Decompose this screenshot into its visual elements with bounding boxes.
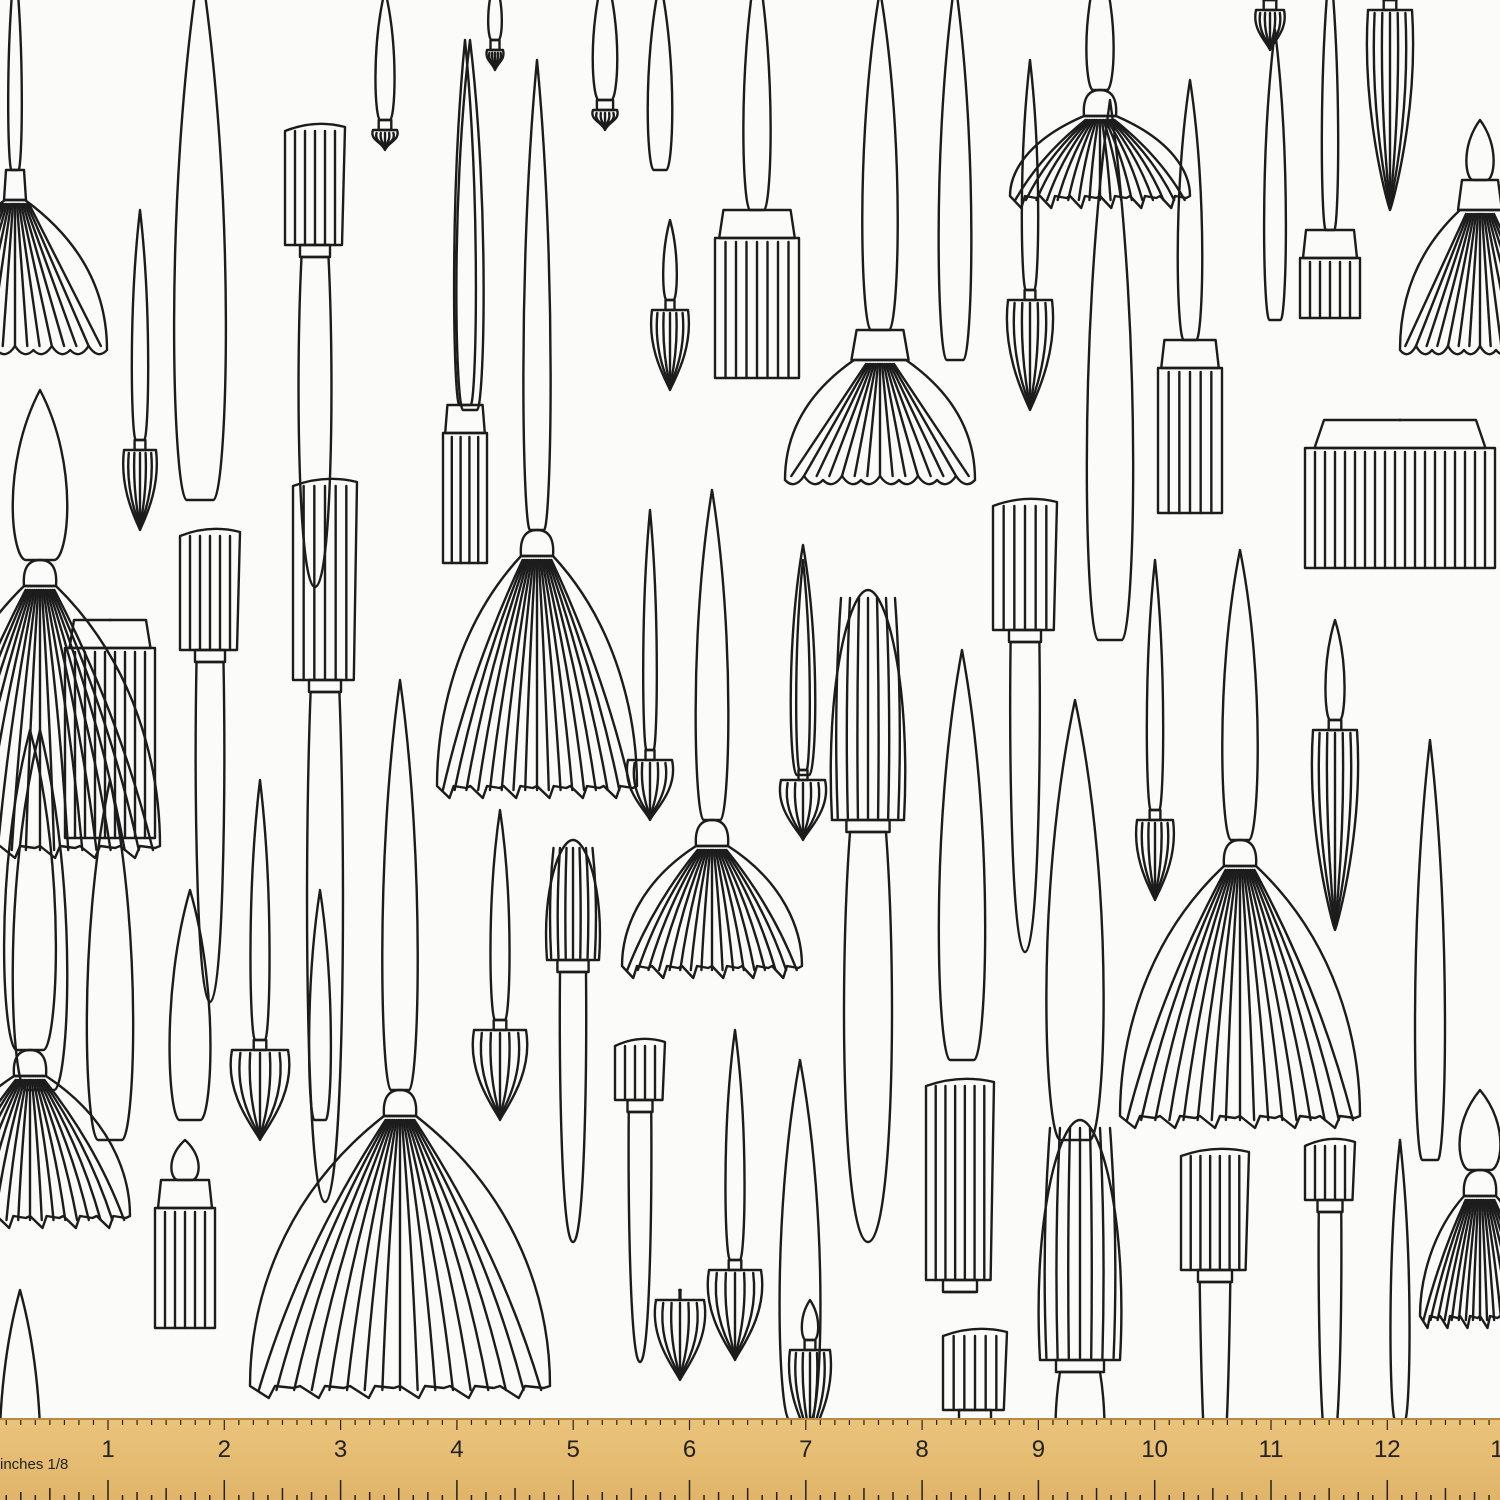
flat-brush-up — [1179, 1147, 1251, 1418]
brush-handle — [0, 1288, 41, 1418]
ruler-number: 8 — [915, 1436, 929, 1463]
mop-brush — [435, 58, 639, 800]
fan-brush — [783, 0, 977, 486]
flat-brush-up — [291, 477, 359, 1204]
round-brush — [591, 0, 619, 132]
round-brush — [485, 0, 505, 72]
flat-brush-up — [178, 527, 242, 1004]
brush-handle — [789, 543, 817, 777]
measuring-ruler: 12345678910111213 inches 1/8 — [0, 1418, 1500, 1500]
round-brush — [1310, 618, 1360, 932]
round-brush — [649, 218, 691, 392]
brush-handle — [1262, 28, 1288, 322]
ruler-number: 9 — [1031, 1436, 1046, 1463]
ruler-number: 2 — [217, 1436, 231, 1463]
filbert-brush — [829, 588, 907, 1244]
flat-brush-up — [991, 497, 1059, 954]
flat-brush — [1303, 418, 1497, 570]
brush-handle — [646, 0, 674, 172]
ruler-number: 12 — [1373, 1436, 1401, 1463]
brush-handle — [778, 1058, 822, 1418]
brush-handle — [937, 0, 973, 362]
flat-brush-up — [924, 1077, 996, 1294]
filbert-brush — [544, 838, 602, 1244]
filbert-brush — [1037, 1118, 1123, 1418]
round-brush — [1365, 0, 1415, 212]
mop-brush — [1418, 1088, 1500, 1330]
brush-handle — [1389, 1138, 1411, 1418]
flat-brush-up — [941, 1327, 1009, 1418]
brush-handle — [1413, 738, 1447, 1162]
round-brush — [229, 778, 291, 1142]
ruler-number: 1 — [101, 1436, 115, 1463]
brush-handle — [937, 648, 987, 1062]
flat-brush-up — [1303, 1137, 1357, 1418]
flat-brush — [441, 38, 489, 565]
brush-handle — [1045, 698, 1105, 1142]
round-brush — [787, 1298, 833, 1418]
round-brush — [706, 1028, 764, 1362]
round-brush — [371, 0, 399, 152]
round-brush — [1134, 558, 1176, 902]
mop-brush — [620, 488, 804, 980]
ruler-number: 5 — [566, 1436, 580, 1463]
round-brush — [1005, 58, 1055, 412]
ruler-number: 3 — [333, 1436, 348, 1463]
flat-brush-up — [613, 1037, 667, 1364]
ruler-number: 7 — [799, 1436, 813, 1463]
round-brush — [653, 1288, 707, 1382]
ruler-unit-label: inches 1/8 — [0, 1456, 69, 1473]
ruler-number: 4 — [450, 1436, 464, 1463]
brush-handle — [168, 888, 212, 1122]
fan-brush — [1398, 118, 1500, 356]
round-brush — [625, 508, 675, 822]
flat-brush — [1298, 0, 1362, 320]
round-brush — [471, 808, 529, 1122]
fan-brush — [0, 0, 109, 356]
flat-brush — [713, 0, 801, 380]
round-brush — [778, 558, 828, 842]
round-brush — [1254, 0, 1286, 52]
brush-handle — [172, 0, 228, 502]
ruler-number: 13 — [1490, 1436, 1500, 1464]
flat-brush — [1156, 78, 1224, 515]
flat-brush — [153, 1138, 217, 1330]
brush-handle — [307, 888, 333, 1122]
ruler-number: 11 — [1258, 1436, 1284, 1463]
round-brush — [122, 208, 158, 532]
ruler-number: 10 — [1141, 1436, 1169, 1463]
ruler-number: 6 — [682, 1436, 697, 1463]
paint-brush-pattern — [0, 0, 1500, 1418]
